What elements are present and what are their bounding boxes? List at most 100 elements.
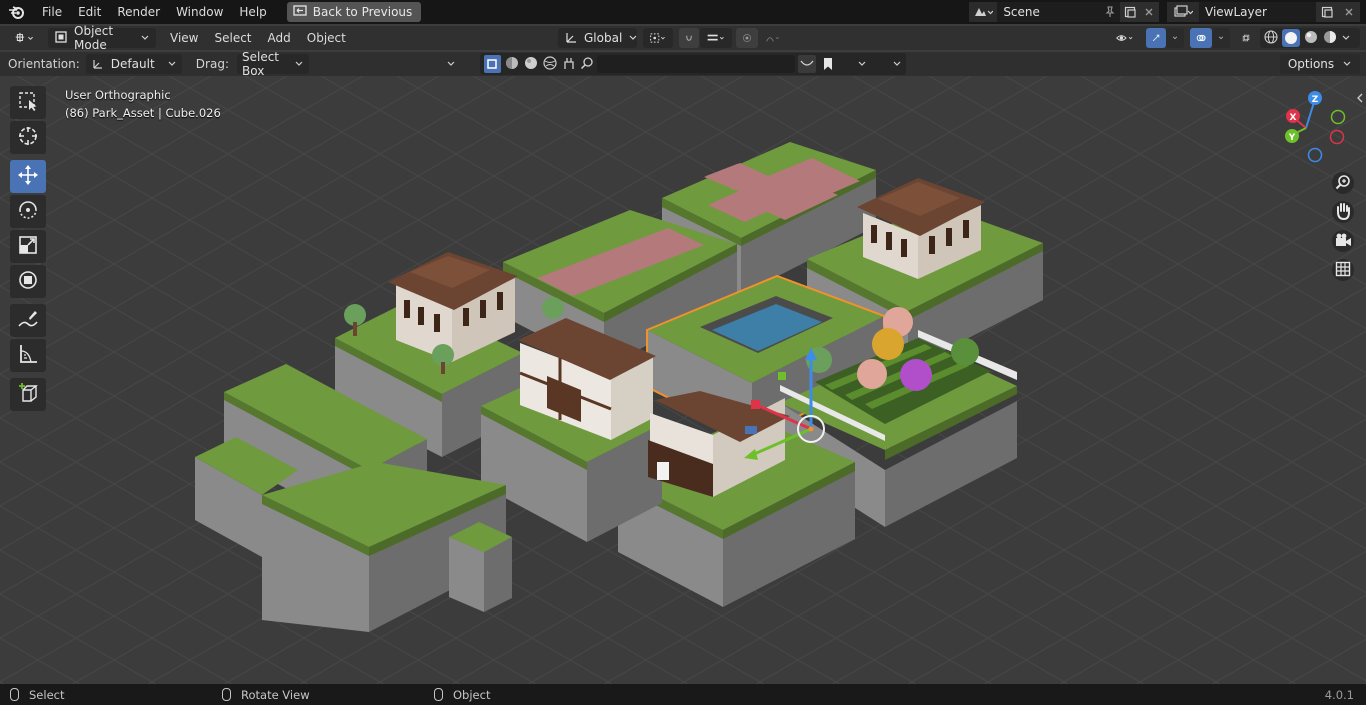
- scene-selector[interactable]: Scene: [969, 2, 1160, 22]
- proportional-editing-icon[interactable]: [736, 28, 758, 48]
- transform-icon: [17, 269, 39, 294]
- gizmo-dropdown-icon[interactable]: [1166, 28, 1184, 48]
- world-sphere-icon[interactable]: [523, 55, 539, 74]
- annotate-tool[interactable]: [10, 304, 46, 337]
- solid-shading-icon[interactable]: [1282, 29, 1300, 47]
- bookmark-icon[interactable]: [819, 55, 836, 73]
- options-label: Options: [1287, 57, 1335, 71]
- neg-x-axis-icon[interactable]: [1329, 129, 1345, 145]
- menu-window[interactable]: Window: [168, 0, 231, 24]
- filter-search-input[interactable]: [596, 55, 796, 73]
- view-layer-name-field[interactable]: ViewLayer: [1199, 2, 1316, 22]
- snap-target-icon[interactable]: [700, 28, 732, 48]
- menu-edit[interactable]: Edit: [70, 0, 109, 24]
- viewport-info: User Orthographic (86) Park_Asset | Cube…: [65, 86, 221, 122]
- material-sphere-icon[interactable]: [504, 55, 520, 74]
- scale-icon: [17, 234, 39, 259]
- visibility-eye-icon[interactable]: [1110, 28, 1142, 48]
- chevron-down-icon[interactable]: [857, 57, 867, 71]
- menu-help[interactable]: Help: [231, 0, 274, 24]
- scale-tool[interactable]: [10, 230, 46, 263]
- tree-pink: [857, 359, 887, 389]
- menu-render[interactable]: Render: [109, 0, 168, 24]
- pin-icon[interactable]: [1100, 2, 1121, 22]
- status-rotate-label: Rotate View: [241, 687, 310, 702]
- overlays-toggle-icon[interactable]: [1190, 28, 1212, 48]
- menu-add[interactable]: Add: [260, 28, 299, 48]
- move-icon: [17, 164, 39, 189]
- drag-dropdown[interactable]: Select Box: [236, 50, 309, 78]
- block-small-pillar[interactable]: [449, 522, 512, 612]
- add-cube-tool[interactable]: [10, 378, 46, 411]
- gizmo-toggle-icon[interactable]: [1146, 28, 1166, 48]
- view-layer-selector[interactable]: ViewLayer: [1167, 2, 1360, 22]
- orientation-value: Default: [110, 57, 155, 71]
- viewport-header: Object Mode View Select Add Object Globa…: [0, 24, 1366, 52]
- options-dropdown[interactable]: Options: [1279, 54, 1360, 74]
- object-mode-icon: [54, 30, 68, 47]
- chevron-down-icon: [628, 31, 638, 45]
- transform-orientation-dropdown[interactable]: Global: [558, 28, 637, 48]
- snap-icon[interactable]: [679, 28, 699, 48]
- mouse-left-icon: [10, 688, 19, 701]
- rotate-tool[interactable]: [10, 195, 46, 228]
- curve-icon[interactable]: [798, 55, 817, 73]
- editor-type-icon[interactable]: [8, 28, 42, 48]
- rotate-icon: [17, 199, 39, 224]
- chevron-down-icon: [140, 31, 150, 45]
- overlays-dropdown-icon[interactable]: [1212, 28, 1230, 48]
- pan-button[interactable]: [1332, 201, 1354, 223]
- tree-green: [951, 338, 979, 366]
- menu-object[interactable]: Object: [299, 28, 354, 48]
- perspective-toggle-button[interactable]: [1332, 259, 1354, 281]
- globe-icon[interactable]: [542, 55, 558, 74]
- shading-dropdown-icon[interactable]: [1341, 31, 1351, 45]
- neg-z-axis-icon[interactable]: [1307, 147, 1323, 163]
- 3d-viewport[interactable]: User Orthographic (86) Park_Asset | Cube…: [0, 76, 1366, 684]
- select-mode-icon[interactable]: [484, 55, 501, 73]
- view-layer-browse-icon[interactable]: [1167, 2, 1199, 22]
- back-to-previous-button[interactable]: Back to Previous: [286, 2, 422, 22]
- status-select: Select: [10, 688, 64, 702]
- move-tool[interactable]: [10, 160, 46, 193]
- neg-y-axis-icon[interactable]: [1330, 109, 1346, 125]
- menu-file[interactable]: File: [34, 0, 70, 24]
- blender-logo-icon[interactable]: [0, 0, 34, 24]
- tree-yellow: [872, 328, 904, 360]
- falloff-curve-icon[interactable]: [760, 28, 788, 48]
- camera-view-button[interactable]: [1332, 230, 1354, 252]
- cursor-tool[interactable]: [10, 121, 46, 154]
- xray-toggle-icon[interactable]: [1236, 28, 1256, 48]
- menu-select[interactable]: Select: [206, 28, 259, 48]
- mode-dropdown[interactable]: Object Mode: [48, 24, 156, 52]
- pivot-point-icon[interactable]: [643, 28, 673, 48]
- rendered-shading-icon[interactable]: [1322, 29, 1338, 48]
- orientation-dropdown[interactable]: Default: [85, 54, 182, 74]
- delete-view-layer-icon[interactable]: [1338, 2, 1360, 22]
- delete-scene-icon[interactable]: [1139, 2, 1160, 22]
- chevron-down-icon[interactable]: [892, 57, 902, 71]
- navigation-gizmo[interactable]: Z X Y: [1278, 88, 1348, 168]
- wireframe-shading-icon[interactable]: [1263, 29, 1279, 48]
- status-bar: Select Rotate View Object 4.0.1: [0, 684, 1366, 705]
- shading-mode-group: [1260, 28, 1360, 48]
- collapse-chevron-icon[interactable]: [440, 54, 462, 74]
- x-axis-label: X: [1290, 113, 1297, 123]
- scene-browse-icon[interactable]: [969, 2, 998, 22]
- sidebar-toggle-icon[interactable]: [1356, 92, 1366, 106]
- scene-canvas[interactable]: [0, 76, 1366, 684]
- measure-tool[interactable]: [10, 339, 46, 372]
- select-box-icon: [17, 90, 39, 115]
- new-scene-icon[interactable]: [1120, 2, 1140, 22]
- menu-view[interactable]: View: [162, 28, 206, 48]
- filter-toolbar: [480, 53, 906, 75]
- select-box-tool[interactable]: [10, 86, 46, 119]
- zoom-button[interactable]: [1332, 172, 1354, 194]
- new-view-layer-icon[interactable]: [1316, 2, 1338, 22]
- material-shading-icon[interactable]: [1303, 29, 1319, 48]
- orientation-gizmo-icon: [91, 56, 105, 73]
- pose-icon[interactable]: [561, 55, 577, 74]
- transform-tool[interactable]: [10, 265, 46, 298]
- scene-name-field[interactable]: Scene: [997, 2, 1101, 22]
- camera-icon: [1334, 232, 1352, 251]
